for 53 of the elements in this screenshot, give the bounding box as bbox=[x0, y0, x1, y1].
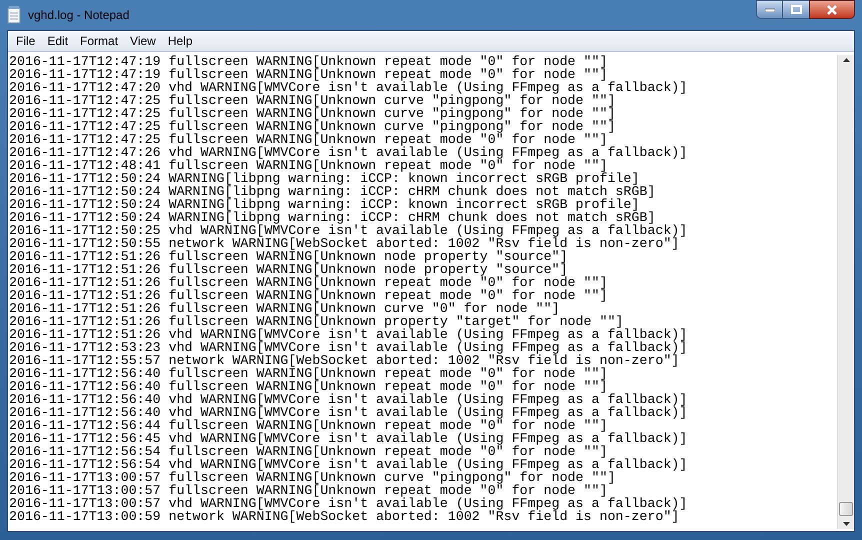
menu-item[interactable]: View bbox=[124, 32, 162, 50]
minimize-button[interactable] bbox=[756, 0, 783, 19]
log-line: 2016-11-17T12:53:23 vhd WARNING[WMVCore isn't available (Using FFmpeg as a fallback)] bbox=[9, 341, 688, 354]
notepad-icon bbox=[6, 6, 22, 24]
log-line: 2016-11-17T12:51:26 vhd WARNING[WMVCore isn't available (Using FFmpeg as a fallback)] bbox=[9, 328, 688, 341]
scroll-down-icon[interactable] bbox=[842, 521, 850, 527]
maximize-button[interactable] bbox=[783, 0, 809, 19]
log-line: 2016-11-17T12:51:26 fullscreen WARNING[Unknown curve "0" for node ""] bbox=[9, 302, 560, 315]
maximize-icon bbox=[790, 5, 802, 14]
log-line: 2016-11-17T12:51:26 fullscreen WARNING[Unknown repeat mode "0" for node ""] bbox=[9, 276, 608, 289]
scroll-up-icon[interactable] bbox=[842, 57, 850, 63]
log-line: 2016-11-17T12:56:40 fullscreen WARNING[Unknown repeat mode "0" for node ""] bbox=[9, 367, 608, 380]
log-line: 2016-11-17T13:00:59 network WARNING[WebSocket aborted: 1002 "Rsv field is non-zero"] bbox=[9, 510, 680, 523]
log-line: 2016-11-17T12:47:26 vhd WARNING[WMVCore isn't available (Using FFmpeg as a fallback)] bbox=[9, 146, 688, 159]
log-line: 2016-11-17T12:47:20 vhd WARNING[WMVCore isn't available (Using FFmpeg as a fallback)] bbox=[9, 81, 688, 94]
log-line: 2016-11-17T12:50:24 WARNING[libpng warning: iCCP: cHRM chunk does not match sRGB] bbox=[9, 185, 656, 198]
close-icon bbox=[826, 4, 838, 14]
log-line: 2016-11-17T12:50:24 WARNING[libpng warning: iCCP: known incorrect sRGB profile] bbox=[9, 198, 640, 211]
log-line: 2016-11-17T13:00:57 fullscreen WARNING[Unknown repeat mode "0" for node ""] bbox=[9, 484, 608, 497]
log-line: 2016-11-17T12:48:41 fullscreen WARNING[Unknown repeat mode "0" for node ""] bbox=[9, 159, 608, 172]
log-line: 2016-11-17T12:50:24 WARNING[libpng warning: iCCP: known incorrect sRGB profile] bbox=[9, 172, 640, 185]
log-line: 2016-11-17T12:56:54 vhd WARNING[WMVCore isn't available (Using FFmpeg as a fallback)] bbox=[9, 458, 688, 471]
log-line: 2016-11-17T12:56:40 vhd WARNING[WMVCore isn't available (Using FFmpeg as a fallback)] bbox=[9, 393, 688, 406]
log-line: 2016-11-17T12:56:44 fullscreen WARNING[Unknown repeat mode "0" for node ""] bbox=[9, 419, 608, 432]
log-line: 2016-11-17T12:55:57 network WARNING[WebSocket aborted: 1002 "Rsv field is non-zero"] bbox=[9, 354, 680, 367]
log-line: 2016-11-17T12:51:26 fullscreen WARNING[Unknown property "target" for node ""] bbox=[9, 315, 624, 328]
log-line: 2016-11-17T12:56:45 vhd WARNING[WMVCore isn't available (Using FFmpeg as a fallback)] bbox=[9, 432, 688, 445]
log-line: 2016-11-17T12:51:26 fullscreen WARNING[Unknown node property "source"] bbox=[9, 250, 568, 263]
log-line: 2016-11-17T12:47:25 fullscreen WARNING[Unknown curve "pingpong" for node ""] bbox=[9, 120, 616, 133]
minimize-icon bbox=[764, 8, 774, 12]
log-line: 2016-11-17T12:50:55 network WARNING[WebSocket aborted: 1002 "Rsv field is non-zero"] bbox=[9, 237, 680, 250]
scroll-thumb[interactable] bbox=[839, 502, 853, 516]
log-line: 2016-11-17T12:50:25 vhd WARNING[WMVCore isn't available (Using FFmpeg as a fallback)] bbox=[9, 224, 688, 237]
log-line: 2016-11-17T12:56:40 fullscreen WARNING[Unknown repeat mode "0" for node ""] bbox=[9, 380, 608, 393]
scrollbar[interactable] bbox=[837, 55, 854, 529]
log-line: 2016-11-17T12:47:25 fullscreen WARNING[Unknown curve "pingpong" for node ""] bbox=[9, 107, 616, 120]
log-line: 2016-11-17T12:56:40 vhd WARNING[WMVCore isn't available (Using FFmpeg as a fallback)] bbox=[9, 406, 688, 419]
log-line: 2016-11-17T12:51:26 fullscreen WARNING[Unknown node property "source"] bbox=[9, 263, 568, 276]
menu-item[interactable]: Help bbox=[162, 32, 199, 50]
log-line: 2016-11-17T12:47:25 fullscreen WARNING[Unknown curve "pingpong" for node ""] bbox=[9, 94, 616, 107]
menu-item[interactable]: Edit bbox=[41, 32, 74, 50]
log-line: 2016-11-17T12:47:19 fullscreen WARNING[Unknown repeat mode "0" for node ""] bbox=[9, 68, 608, 81]
menu-item[interactable]: Format bbox=[74, 32, 124, 50]
log-line: 2016-11-17T13:00:57 fullscreen WARNING[Unknown curve "pingpong" for node ""] bbox=[9, 471, 616, 484]
close-button[interactable] bbox=[809, 0, 855, 19]
log-line: 2016-11-17T12:56:54 fullscreen WARNING[Unknown repeat mode "0" for node ""] bbox=[9, 445, 608, 458]
menu-item[interactable]: File bbox=[10, 32, 42, 50]
log-line: 2016-11-17T13:00:57 vhd WARNING[WMVCore isn't available (Using FFmpeg as a fallback)] bbox=[9, 497, 688, 510]
log-line: 2016-11-17T12:47:19 fullscreen WARNING[Unknown repeat mode "0" for node ""] bbox=[9, 55, 608, 68]
log-line: 2016-11-17T12:51:26 fullscreen WARNING[Unknown repeat mode "0" for node ""] bbox=[9, 289, 608, 302]
log-line: 2016-11-17T12:50:24 WARNING[libpng warning: iCCP: cHRM chunk does not match sRGB] bbox=[9, 211, 656, 224]
log-line: 2016-11-17T12:47:25 fullscreen WARNING[Unknown repeat mode "0" for node ""] bbox=[9, 133, 608, 146]
window-title: vghd.log - Notepad bbox=[28, 7, 130, 24]
